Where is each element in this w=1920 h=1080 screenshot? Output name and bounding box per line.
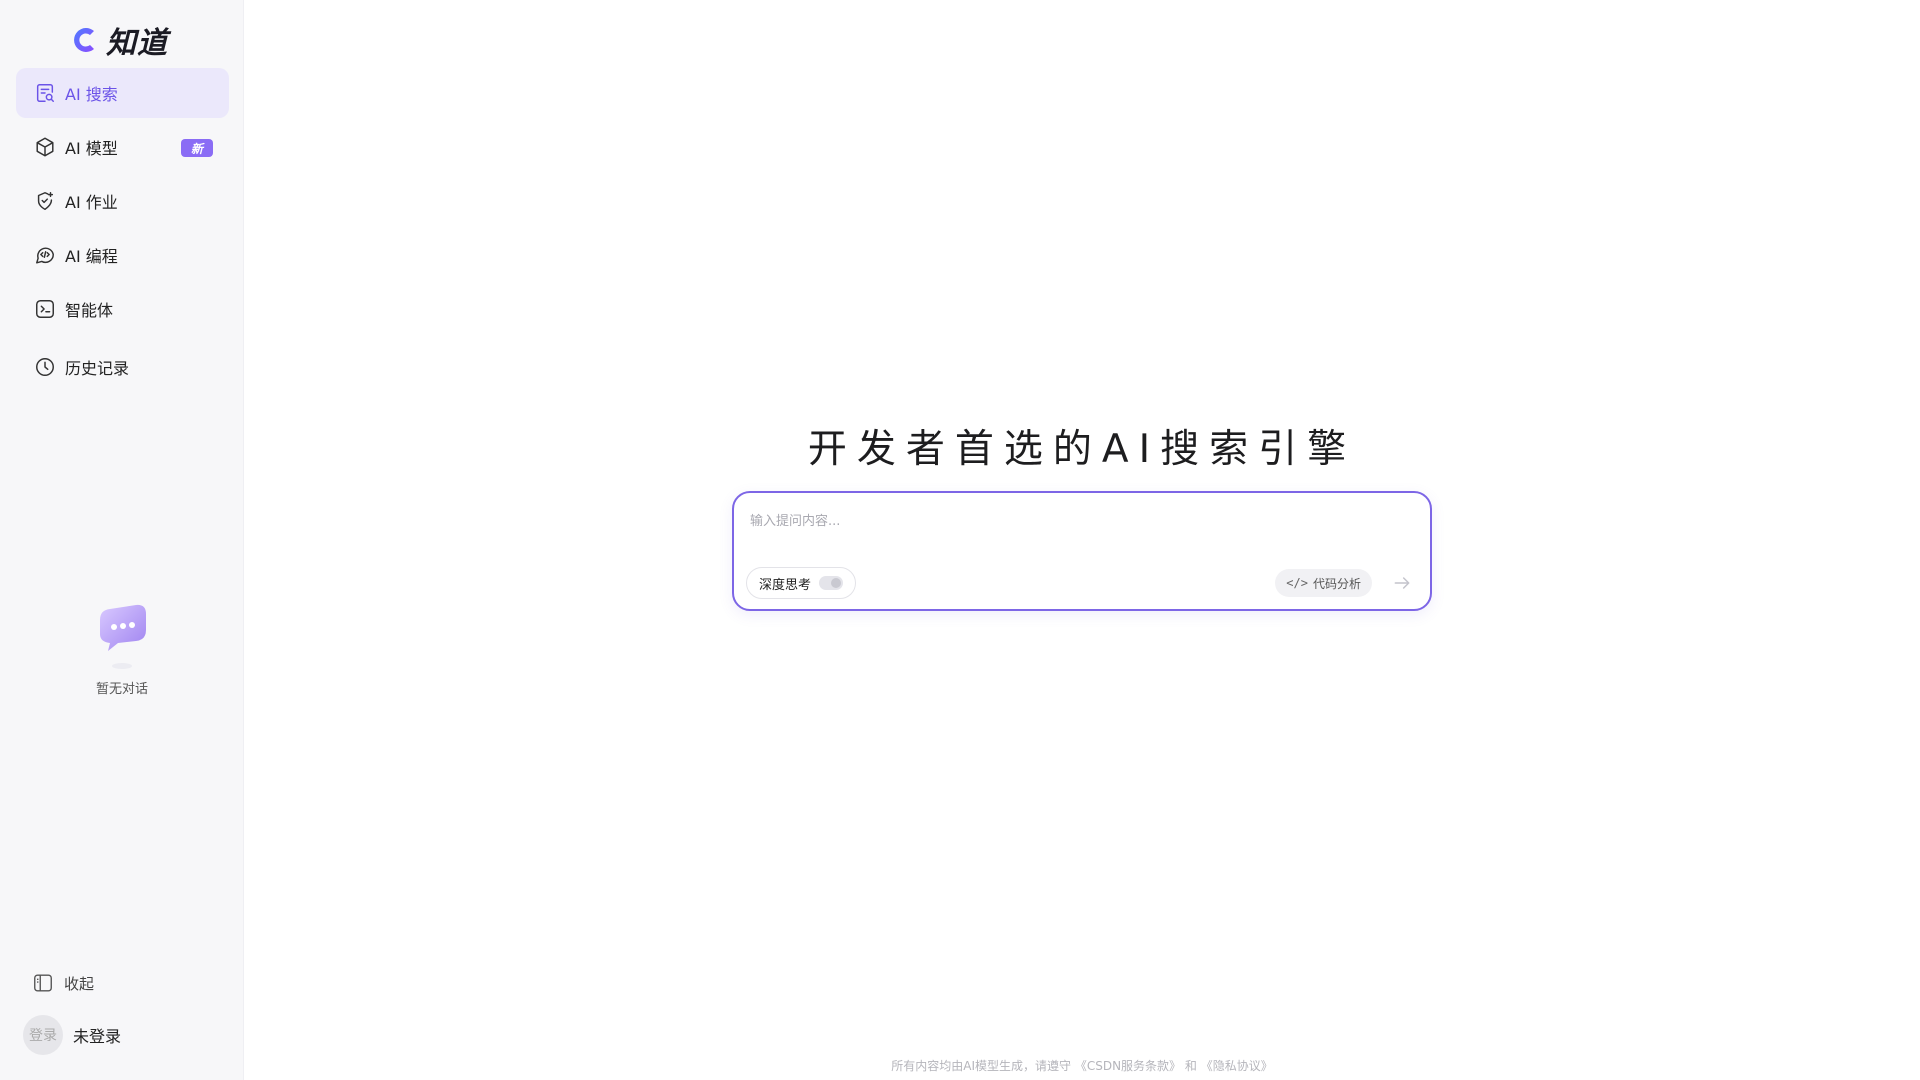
sidebar-item-label: AI 编程 [65, 247, 118, 266]
code-chat-icon [33, 243, 57, 267]
code-icon: </> [1286, 576, 1308, 590]
page-title: 开发者首选的AI搜索引擎 [807, 427, 1357, 472]
empty-chat-text: 暂无对话 [95, 682, 148, 697]
shield-sparkle-icon [33, 189, 57, 213]
user-login[interactable]: 登录 未登录 [23, 1015, 121, 1055]
search-input[interactable] [750, 507, 1410, 535]
footer-disclaimer: 所有内容均由AI模型生成，请遵守 《CSDN服务条款》 和 《隐私协议》 [244, 1057, 1920, 1074]
footer-and: 和 [1184, 1059, 1197, 1073]
empty-chat-state: 暂无对话 [0, 600, 244, 697]
sidebar-item-ai-coding[interactable]: AI 编程 [16, 230, 229, 280]
cube-icon [33, 135, 57, 159]
terms-link[interactable]: 《CSDN服务条款》 [1075, 1059, 1181, 1073]
chat-bubble-illustration-icon [100, 604, 146, 669]
sidebar-item-label: AI 作业 [65, 193, 118, 212]
avatar[interactable]: 登录 [23, 1015, 63, 1055]
sidebar-item-ai-homework[interactable]: AI 作业 [16, 176, 229, 226]
sidebar-item-ai-search[interactable]: AI 搜索 [16, 68, 229, 118]
terminal-icon [33, 297, 57, 321]
sidebar-item-label: AI 模型 [65, 139, 118, 158]
code-analysis-label: 代码分析 [1312, 576, 1361, 591]
sidebar-item-agents[interactable]: 智能体 [16, 284, 229, 334]
user-status: 未登录 [73, 1027, 122, 1046]
code-analysis-button[interactable]: </> 代码分析 [1275, 569, 1372, 597]
sidebar-nav: AI 搜索 AI 模型 新 AI 作业 AI 编程 智能体 历史记录 [16, 68, 229, 396]
sidebar-item-ai-model[interactable]: AI 模型 新 [16, 122, 229, 172]
sidebar-item-label: AI 搜索 [65, 85, 118, 104]
privacy-link[interactable]: 《隐私协议》 [1201, 1059, 1273, 1073]
collapse-sidebar-button[interactable]: 收起 [32, 972, 94, 994]
sidebar-item-label: 历史记录 [65, 359, 130, 378]
ai-search-icon [33, 81, 57, 105]
arrow-right-icon [1394, 577, 1410, 589]
send-button[interactable] [1386, 567, 1418, 599]
deep-think-toggle[interactable]: 深度思考 [746, 567, 857, 599]
brand-name: 知道 [106, 26, 168, 61]
toggle-switch[interactable] [819, 576, 844, 590]
sidebar-item-history[interactable]: 历史记录 [16, 342, 229, 392]
sidebar-item-label: 智能体 [65, 301, 114, 320]
sidebar-panel-icon [34, 974, 52, 992]
sidebar: 知道 AI 搜索 AI 模型 新 AI 作业 AI 编程 智能体 历史记录 暂无… [0, 0, 244, 1080]
new-badge: 新 [181, 139, 213, 157]
collapse-label: 收起 [64, 974, 95, 993]
search-box: 深度思考 </> 代码分析 [732, 491, 1432, 611]
deep-think-label: 深度思考 [759, 577, 812, 593]
brand-logo[interactable]: 知道 [70, 20, 168, 61]
footer-text: 所有内容均由AI模型生成，请遵守 [891, 1059, 1071, 1073]
clock-icon [33, 355, 57, 379]
logo-mark-icon [74, 28, 94, 52]
